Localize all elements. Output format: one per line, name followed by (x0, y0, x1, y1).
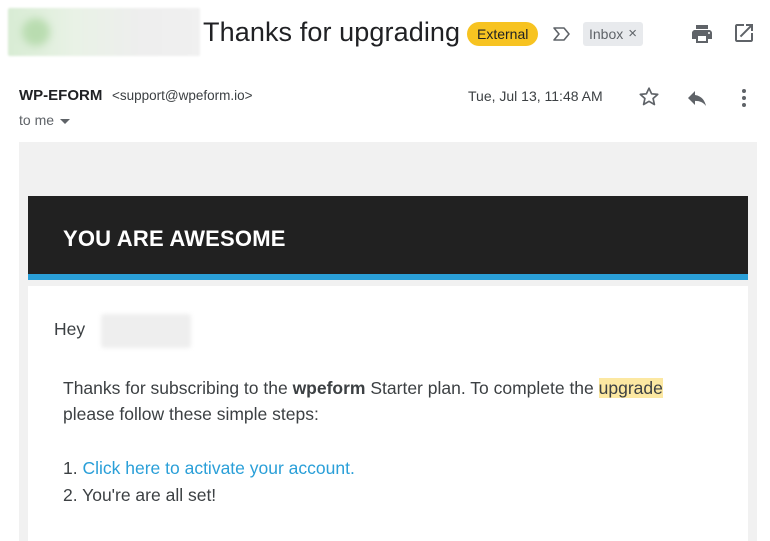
banner-title: YOU ARE AWESOME (63, 226, 286, 251)
reply-icon[interactable] (685, 86, 709, 110)
email-banner: YOU ARE AWESOME (28, 196, 748, 280)
thanks-text-b: Starter plan. To complete the (365, 378, 599, 398)
activate-account-link[interactable]: Click here to activate your account. (82, 458, 354, 478)
importance-marker-icon[interactable] (552, 24, 572, 44)
email-subject: Thanks for upgrading (203, 17, 461, 47)
sender-email: <support@wpeform.io> (112, 88, 253, 103)
recipient-label: to me (19, 112, 55, 128)
brand-name: wpeform (292, 378, 366, 398)
greeting-text: Hey (54, 319, 86, 339)
inbox-label-chip[interactable]: Inbox × (583, 22, 644, 46)
email-body: YOU ARE AWESOME Hey Thanks for subscribi… (19, 142, 757, 541)
print-icon[interactable] (690, 22, 714, 46)
step-1-number: 1. (63, 458, 83, 478)
star-icon[interactable] (637, 85, 661, 109)
thanks-paragraph-line1: Thanks for subscribing to the wpeform St… (63, 375, 663, 401)
open-in-new-window-icon[interactable] (732, 21, 756, 45)
step-2: 2. You're are all set! (63, 485, 217, 505)
redacted-sender-avatar (8, 8, 200, 56)
sender-name[interactable]: WP-EFORM (19, 87, 102, 104)
subject-row: Thanks for upgrading External Inbox × (0, 0, 770, 66)
remove-label-icon[interactable]: × (628, 22, 637, 46)
highlighted-search-term: upgrade (598, 378, 663, 398)
recipient-details-toggle[interactable]: to me (19, 112, 71, 128)
external-badge: External (467, 22, 539, 46)
thanks-text-a: Thanks for subscribing to the (63, 378, 293, 398)
inbox-label-text: Inbox (589, 26, 624, 42)
step-1: 1. Click here to activate your account. (63, 455, 355, 481)
more-vertical-icon[interactable] (732, 86, 756, 110)
thanks-paragraph-line2: please follow these simple steps: (63, 404, 319, 424)
redacted-recipient-name (101, 314, 191, 348)
chevron-down-icon[interactable] (60, 118, 71, 124)
email-timestamp: Tue, Jul 13, 11:48 AM (468, 88, 603, 104)
